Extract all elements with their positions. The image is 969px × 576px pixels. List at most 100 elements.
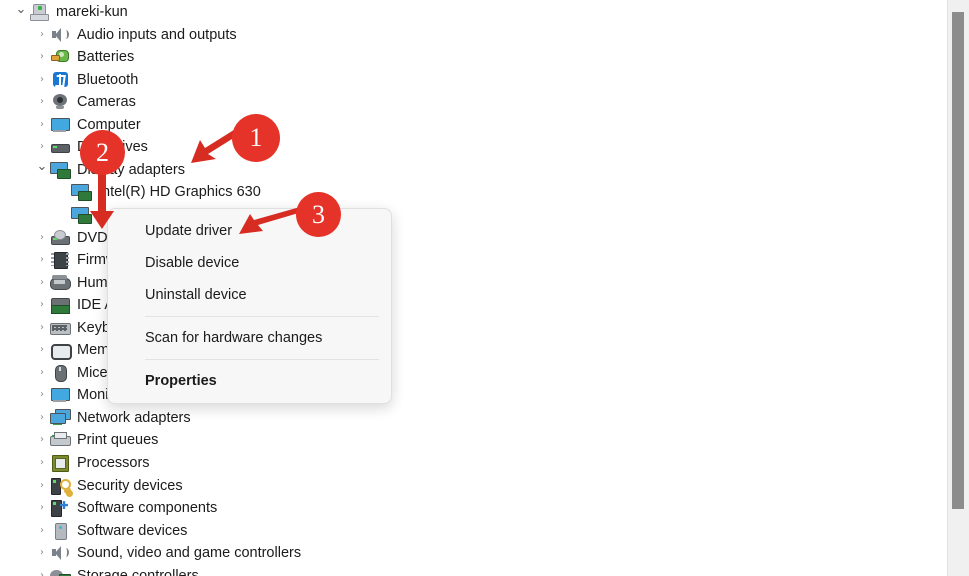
chevron-right-icon[interactable]: › (34, 29, 50, 40)
speaker-icon (50, 544, 70, 562)
menu-item-disable-device[interactable]: Disable device (108, 247, 391, 279)
software-device-icon (50, 522, 70, 540)
chevron-right-icon[interactable]: › (34, 322, 50, 333)
vertical-scrollbar[interactable] (947, 0, 969, 576)
tree-item-storage-controllers[interactable]: › Storage controllers (0, 565, 199, 576)
tree-item-label: Computer (77, 116, 141, 133)
tree-item-intel-r-hd-graphics-630[interactable]: Intel(R) HD Graphics 630 (0, 181, 261, 203)
chevron-down-icon[interactable]: ⌄ (13, 3, 29, 16)
tree-item-label: Network adapters (77, 409, 191, 426)
monitor-icon (50, 116, 70, 134)
mouse-icon (50, 364, 70, 382)
tree-item-label: Processors (77, 455, 150, 471)
tree-item-software-components[interactable]: › Software components (0, 497, 217, 519)
tree-item-audio-inputs-and-outputs[interactable]: › Audio inputs and outputs (0, 24, 237, 46)
tree-item-label: mareki-kun (56, 4, 128, 20)
tree-item-print-queues[interactable]: › Print queues (0, 429, 158, 451)
chevron-right-icon[interactable]: › (34, 52, 50, 62)
chevron-right-icon[interactable]: › (34, 300, 50, 310)
tree-item-batteries[interactable]: › Batteries (0, 46, 134, 68)
chevron-right-icon[interactable]: › (34, 74, 50, 85)
camera-icon (50, 93, 70, 111)
chevron-right-icon[interactable]: › (34, 548, 50, 558)
scrollbar-thumb[interactable] (952, 12, 964, 509)
chevron-right-icon[interactable]: › (34, 232, 50, 243)
dvd-drive-icon (50, 229, 70, 247)
printer-icon (50, 431, 71, 449)
chevron-right-icon[interactable]: › (34, 525, 50, 536)
chevron-down-icon[interactable]: ⌄ (34, 160, 50, 173)
tree-item-mareki-kun[interactable]: ⌄ mareki-kun (0, 1, 128, 23)
menu-item-scan-for-hardware-changes[interactable]: Scan for hardware changes (108, 322, 391, 354)
tree-item-label: Security devices (77, 477, 183, 494)
computer-device-icon (29, 3, 49, 21)
device-manager-window: ⌄ mareki-kun › Audio inputs and outputs › Bat… (0, 0, 969, 576)
display-adapter-icon (71, 183, 92, 202)
tree-item-label: Batteries (77, 49, 135, 66)
ide-controller-icon (50, 296, 70, 315)
processor-icon (50, 454, 70, 472)
monitor-icon (50, 386, 70, 404)
tree-item-network-adapters[interactable]: › Network adapters (0, 407, 191, 429)
chevron-right-icon[interactable]: › (34, 435, 50, 445)
menu-item-label: Uninstall device (145, 287, 247, 303)
menu-item-label: Scan for hardware changes (145, 330, 323, 346)
tree-item-sound-video-and-game-controllers[interactable]: › Sound, video and game controllers (0, 542, 301, 564)
chevron-right-icon[interactable]: › (34, 412, 50, 423)
menu-separator (145, 359, 379, 360)
network-adapter-icon (50, 408, 71, 427)
chevron-right-icon[interactable]: › (34, 503, 50, 513)
speaker-icon (50, 26, 70, 44)
menu-item-label: Disable device (145, 255, 240, 271)
chevron-right-icon[interactable]: › (34, 277, 50, 288)
firmware-chip-icon (50, 251, 70, 270)
menu-item-uninstall-device[interactable]: Uninstall device (108, 279, 391, 311)
tree-item-label: Intel(R) HD Graphics 630 (98, 184, 261, 201)
bluetooth-icon (50, 71, 70, 89)
menu-item-label: Update driver (145, 223, 233, 239)
tree-item-label: Disk drives (77, 139, 148, 156)
software-component-icon (50, 499, 70, 518)
tree-item-label: Print queues (77, 432, 159, 449)
tree-item-label: Software components (77, 500, 218, 517)
chevron-right-icon[interactable]: › (34, 367, 50, 378)
tree-item-software-devices[interactable]: › Software devices (0, 520, 187, 542)
chevron-right-icon[interactable]: › (34, 390, 50, 400)
chevron-right-icon[interactable]: › (34, 119, 50, 130)
tree-item-processors[interactable]: › Processors (0, 452, 150, 474)
chevron-right-icon[interactable]: › (34, 458, 50, 468)
menu-item-update-driver[interactable]: Update driver (108, 215, 391, 247)
memory-device-icon (50, 341, 72, 361)
tree-item-label: Software devices (77, 522, 188, 539)
chevron-right-icon[interactable]: › (34, 255, 50, 265)
gamepad-icon (50, 274, 71, 292)
storage-controller-icon (50, 567, 71, 576)
chevron-right-icon[interactable]: › (34, 480, 50, 491)
tree-item-security-devices[interactable]: › Security devices (0, 475, 183, 497)
security-device-icon (50, 477, 71, 495)
tree-item-label: Cameras (77, 94, 136, 111)
chevron-right-icon[interactable]: › (34, 97, 50, 107)
tree-item-cameras[interactable]: › Cameras (0, 91, 136, 113)
menu-item-properties[interactable]: Properties (108, 365, 391, 397)
tree-item-disk-drives[interactable]: › Disk drives (0, 136, 148, 158)
context-menu[interactable]: Update driver Disable device Uninstall dev… (107, 208, 392, 404)
disk-drive-icon (50, 138, 70, 156)
chevron-right-icon[interactable]: › (34, 570, 50, 576)
tree-item-label: Bluetooth (77, 71, 139, 88)
tree-item-label: Audio inputs and outputs (77, 26, 237, 43)
chevron-right-icon[interactable]: › (34, 142, 50, 152)
keyboard-icon (50, 319, 71, 337)
tree-item-bluetooth[interactable]: › Bluetooth (0, 69, 138, 91)
tree-item-computer[interactable]: › Computer (0, 114, 141, 136)
battery-icon (50, 48, 70, 66)
tree-item-display-adapters[interactable]: ⌄ Display adapters (0, 159, 185, 181)
display-adapter-icon (50, 161, 71, 179)
chevron-right-icon[interactable]: › (34, 345, 50, 355)
tree-item-label: Sound, video and game controllers (77, 545, 302, 562)
display-adapter-icon (71, 206, 92, 224)
tree-item-label: Storage controllers (77, 567, 199, 576)
tree-item-selected-device[interactable] (0, 203, 285, 226)
tree-item-label: Display adapters (77, 161, 185, 178)
menu-separator (145, 316, 379, 317)
